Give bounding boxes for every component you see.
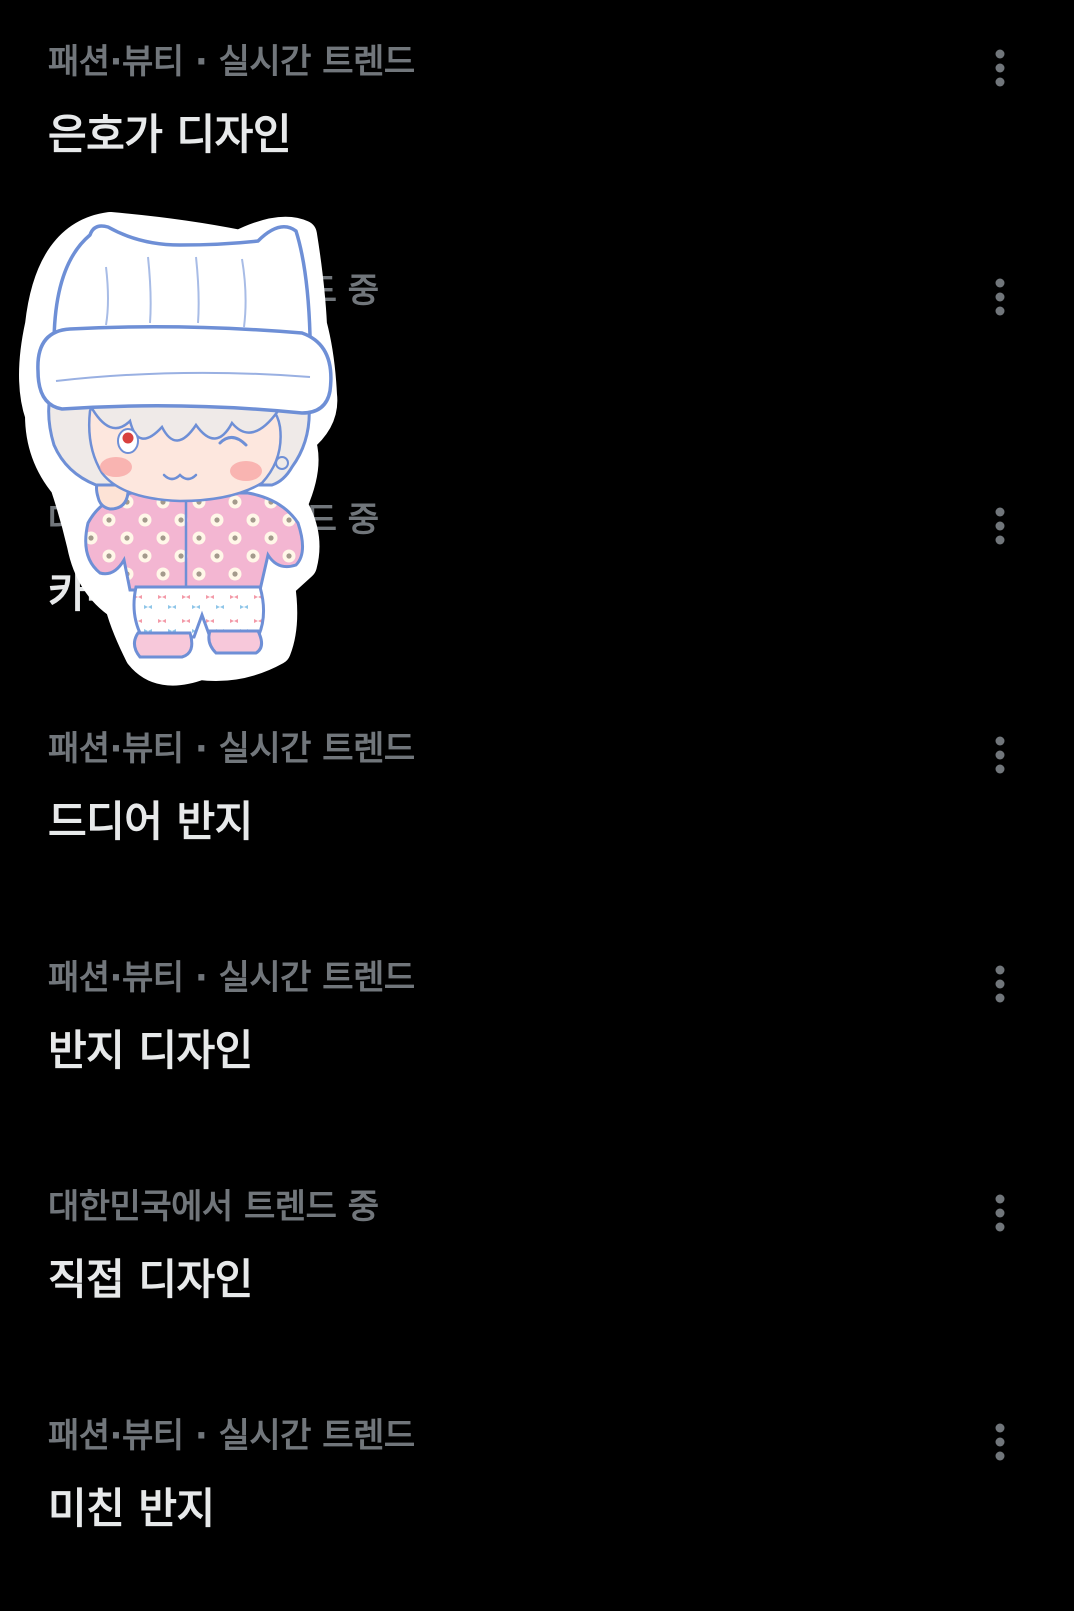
more-vertical-icon	[995, 278, 1005, 316]
trend-title: 미친 반지	[48, 1484, 215, 1533]
trend-item[interactable]: 패션·뷰티 · 실시간 트렌드 미친 반지	[0, 1382, 1074, 1611]
trend-title: 은호가 디자인	[48, 110, 291, 159]
trend-context: 패션·뷰티 · 실시간 트렌드	[48, 958, 415, 998]
more-vertical-icon	[995, 1194, 1005, 1232]
more-vertical-icon	[995, 965, 1005, 1003]
trend-context: 패션·뷰티 · 실시간 트렌드	[48, 42, 415, 82]
trend-title: 직접 디자인	[48, 1255, 253, 1304]
trend-item[interactable]: 패션·뷰티 · 실시간 트렌드 반지 디자인	[0, 924, 1074, 1153]
trend-item[interactable]: 패션·뷰티 · 실시간 트렌드 드디어 반지	[0, 695, 1074, 924]
more-vertical-icon	[995, 1423, 1005, 1461]
chibi-character-sticker	[19, 212, 338, 686]
blush-right	[230, 461, 262, 481]
more-options-button[interactable]	[980, 504, 1020, 548]
trend-title: 반지 디자인	[48, 1026, 253, 1075]
shoe-left	[133, 631, 194, 659]
more-vertical-icon	[995, 507, 1005, 545]
trend-context: 대한민국에서 트렌드 중	[48, 1187, 379, 1227]
beanie-brim	[36, 325, 333, 415]
trend-title: 드디어 반지	[48, 797, 253, 846]
shoe-right	[207, 629, 263, 655]
more-vertical-icon	[995, 736, 1005, 774]
trend-item[interactable]: 대한민국에서 트렌드 중 직접 디자인	[0, 1153, 1074, 1382]
trend-item[interactable]: 패션·뷰티 · 실시간 트렌드 은호가 디자인	[0, 8, 1074, 237]
more-options-button[interactable]	[980, 1191, 1020, 1235]
trend-context: 패션·뷰티 · 실시간 트렌드	[48, 729, 415, 769]
more-options-button[interactable]	[980, 1420, 1020, 1464]
more-options-button[interactable]	[980, 275, 1020, 319]
trend-context: 패션·뷰티 · 실시간 트렌드	[48, 1416, 415, 1456]
more-vertical-icon	[995, 49, 1005, 87]
more-options-button[interactable]	[980, 962, 1020, 1006]
more-options-button[interactable]	[980, 733, 1020, 777]
more-options-button[interactable]	[980, 46, 1020, 90]
blush-left	[100, 457, 132, 477]
